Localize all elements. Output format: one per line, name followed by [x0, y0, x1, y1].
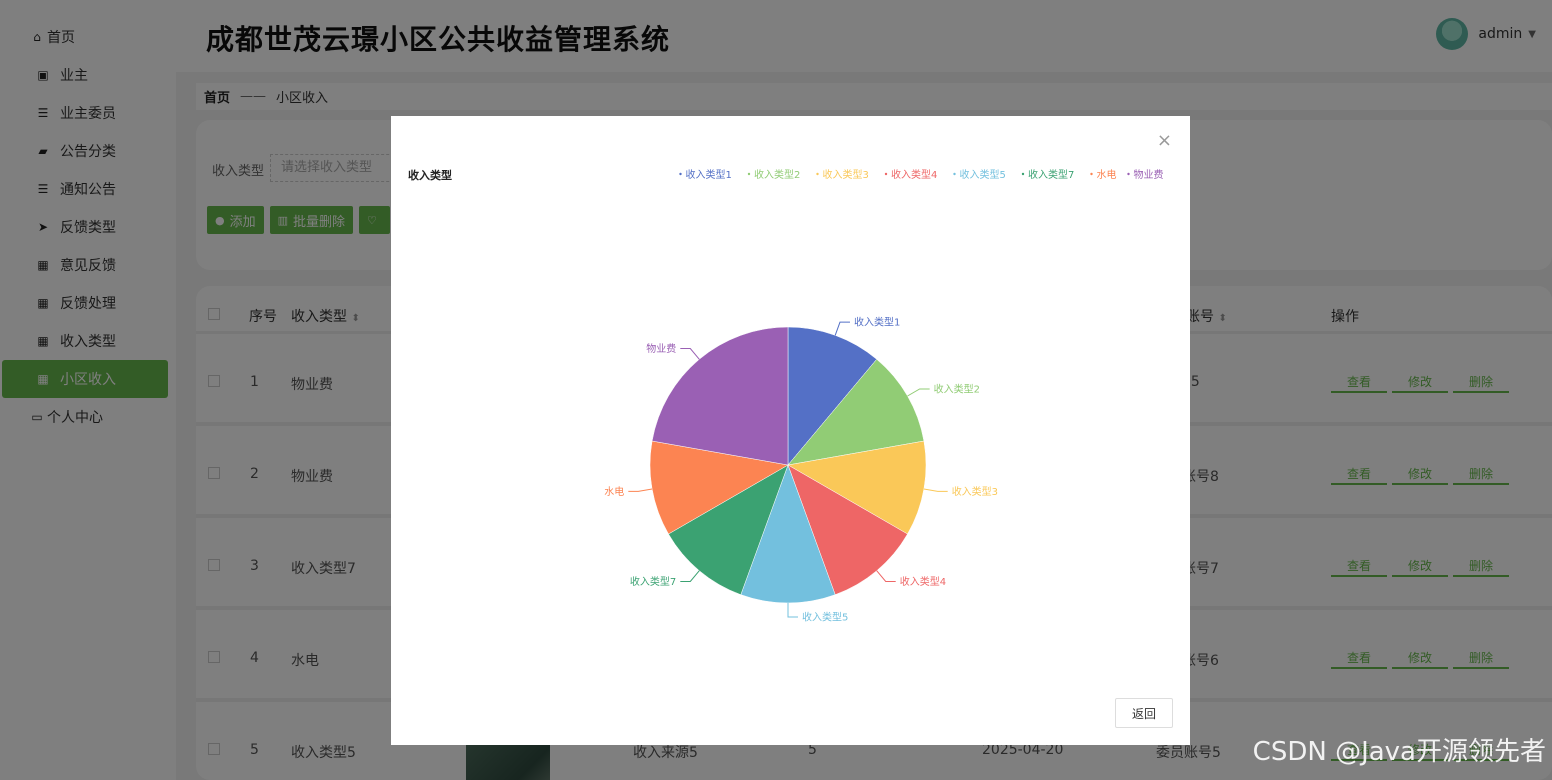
label-line — [680, 570, 700, 582]
slice-label: 收入类型1 — [854, 316, 900, 329]
legend-item[interactable]: 收入类型1 — [686, 168, 732, 181]
legend-item[interactable]: 收入类型5 — [960, 168, 1006, 181]
legend-marker[interactable] — [747, 172, 751, 176]
legend-item[interactable]: 收入类型4 — [891, 168, 937, 181]
legend-item[interactable]: 收入类型3 — [823, 168, 869, 181]
slice-label: 收入类型4 — [900, 575, 946, 588]
legend-item[interactable]: 水电 — [1097, 168, 1117, 181]
label-line — [876, 570, 896, 582]
slice-label: 收入类型5 — [802, 611, 848, 624]
back-button[interactable]: 返回 — [1115, 698, 1173, 728]
legend-item[interactable]: 物业费 — [1134, 168, 1164, 181]
legend-item[interactable]: 收入类型2 — [754, 168, 800, 181]
slice-label: 水电 — [604, 485, 624, 498]
pie-chart: 收入类型 收入类型1 收入类型2 收入类型3 收入类型4 收入类型5 收入类型7 水电 物业费收… — [408, 168, 1164, 624]
label-line — [923, 488, 948, 492]
label-line — [787, 603, 798, 618]
watermark: CSDN @Java开源领先者 — [1252, 737, 1546, 767]
legend-marker[interactable] — [679, 172, 682, 176]
legend-marker[interactable] — [953, 172, 956, 176]
slice-label: 收入类型2 — [934, 383, 980, 396]
legend-marker[interactable] — [884, 172, 888, 176]
legend-item[interactable]: 收入类型7 — [1028, 168, 1074, 181]
legend-marker[interactable] — [1090, 172, 1093, 176]
slice-label: 收入类型7 — [630, 575, 676, 588]
slice-label: 收入类型3 — [952, 485, 998, 498]
chart-title: 收入类型 — [408, 168, 452, 182]
label-line — [628, 488, 653, 492]
label-line — [907, 388, 930, 397]
label-line — [834, 321, 850, 336]
legend-marker[interactable] — [1127, 172, 1130, 176]
chart-dialog: × 收入类型 收入类型1 收入类型2 收入类型3 收入类型4 收入类型5 收入类型7 水电 物业… — [391, 116, 1190, 745]
slice-label: 物业费 — [646, 342, 676, 355]
legend-marker[interactable] — [816, 172, 819, 176]
legend-marker[interactable] — [1021, 172, 1025, 176]
label-line — [680, 348, 700, 360]
